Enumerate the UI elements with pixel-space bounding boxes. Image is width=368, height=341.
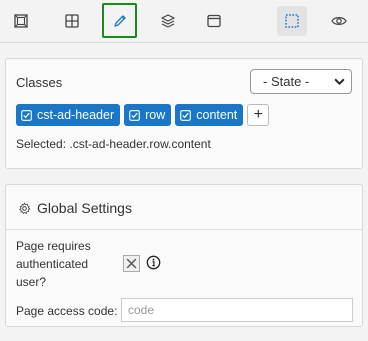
state-select[interactable]: - State -	[250, 69, 352, 94]
global-settings-panel: Global Settings Page requires authentica…	[5, 184, 363, 327]
class-tag[interactable]: content	[175, 104, 244, 126]
classes-panel: Classes - State - cst-ad-header row cont…	[5, 58, 363, 169]
class-tags: cst-ad-header row content +	[16, 104, 270, 126]
pencil-icon	[113, 14, 126, 27]
selected-value: .cst-ad-header.row.content	[69, 137, 211, 151]
window-icon	[207, 14, 221, 28]
grid-icon	[65, 14, 79, 28]
access-code-input[interactable]	[121, 298, 353, 322]
global-settings-header[interactable]: Global Settings	[18, 200, 132, 216]
layout-icon	[14, 14, 28, 28]
pencil-button[interactable]	[102, 3, 137, 38]
class-tag-label: cst-ad-header	[37, 108, 115, 122]
requires-auth-checkbox[interactable]	[123, 255, 140, 272]
close-icon	[126, 258, 137, 269]
state-select-value: - State -	[263, 74, 310, 89]
global-settings-title: Global Settings	[37, 200, 132, 216]
checkbox-checked-icon	[129, 109, 140, 121]
layers-button[interactable]	[153, 6, 183, 36]
toolbar	[0, 0, 368, 43]
gear-icon	[19, 201, 31, 214]
requires-auth-label: Page requires authenticated user?	[16, 239, 91, 289]
classes-title: Classes	[16, 75, 63, 90]
checkbox-checked-icon	[21, 109, 32, 121]
grid-button[interactable]	[57, 6, 87, 36]
class-tag[interactable]: cst-ad-header	[16, 104, 121, 126]
class-tag[interactable]: row	[124, 104, 172, 126]
layers-icon	[161, 14, 175, 28]
selection-box-icon	[285, 14, 299, 28]
checkbox-checked-icon	[180, 109, 192, 121]
layout-button[interactable]	[6, 6, 36, 36]
class-tag-label: content	[196, 108, 238, 122]
class-tag-label: row	[145, 108, 166, 122]
info-icon[interactable]	[146, 255, 161, 270]
selection-box-button[interactable]	[277, 6, 307, 36]
chevron-down-icon	[334, 78, 345, 86]
eye-icon	[331, 17, 347, 25]
access-code-label: Page access code:	[16, 304, 118, 318]
window-button[interactable]	[199, 6, 229, 36]
selected-classes: Selected: .cst-ad-header.row.content	[16, 137, 211, 151]
selected-label: Selected:	[16, 137, 67, 151]
eye-button[interactable]	[324, 6, 354, 36]
divider	[6, 229, 362, 230]
add-class-button[interactable]: +	[247, 104, 270, 126]
